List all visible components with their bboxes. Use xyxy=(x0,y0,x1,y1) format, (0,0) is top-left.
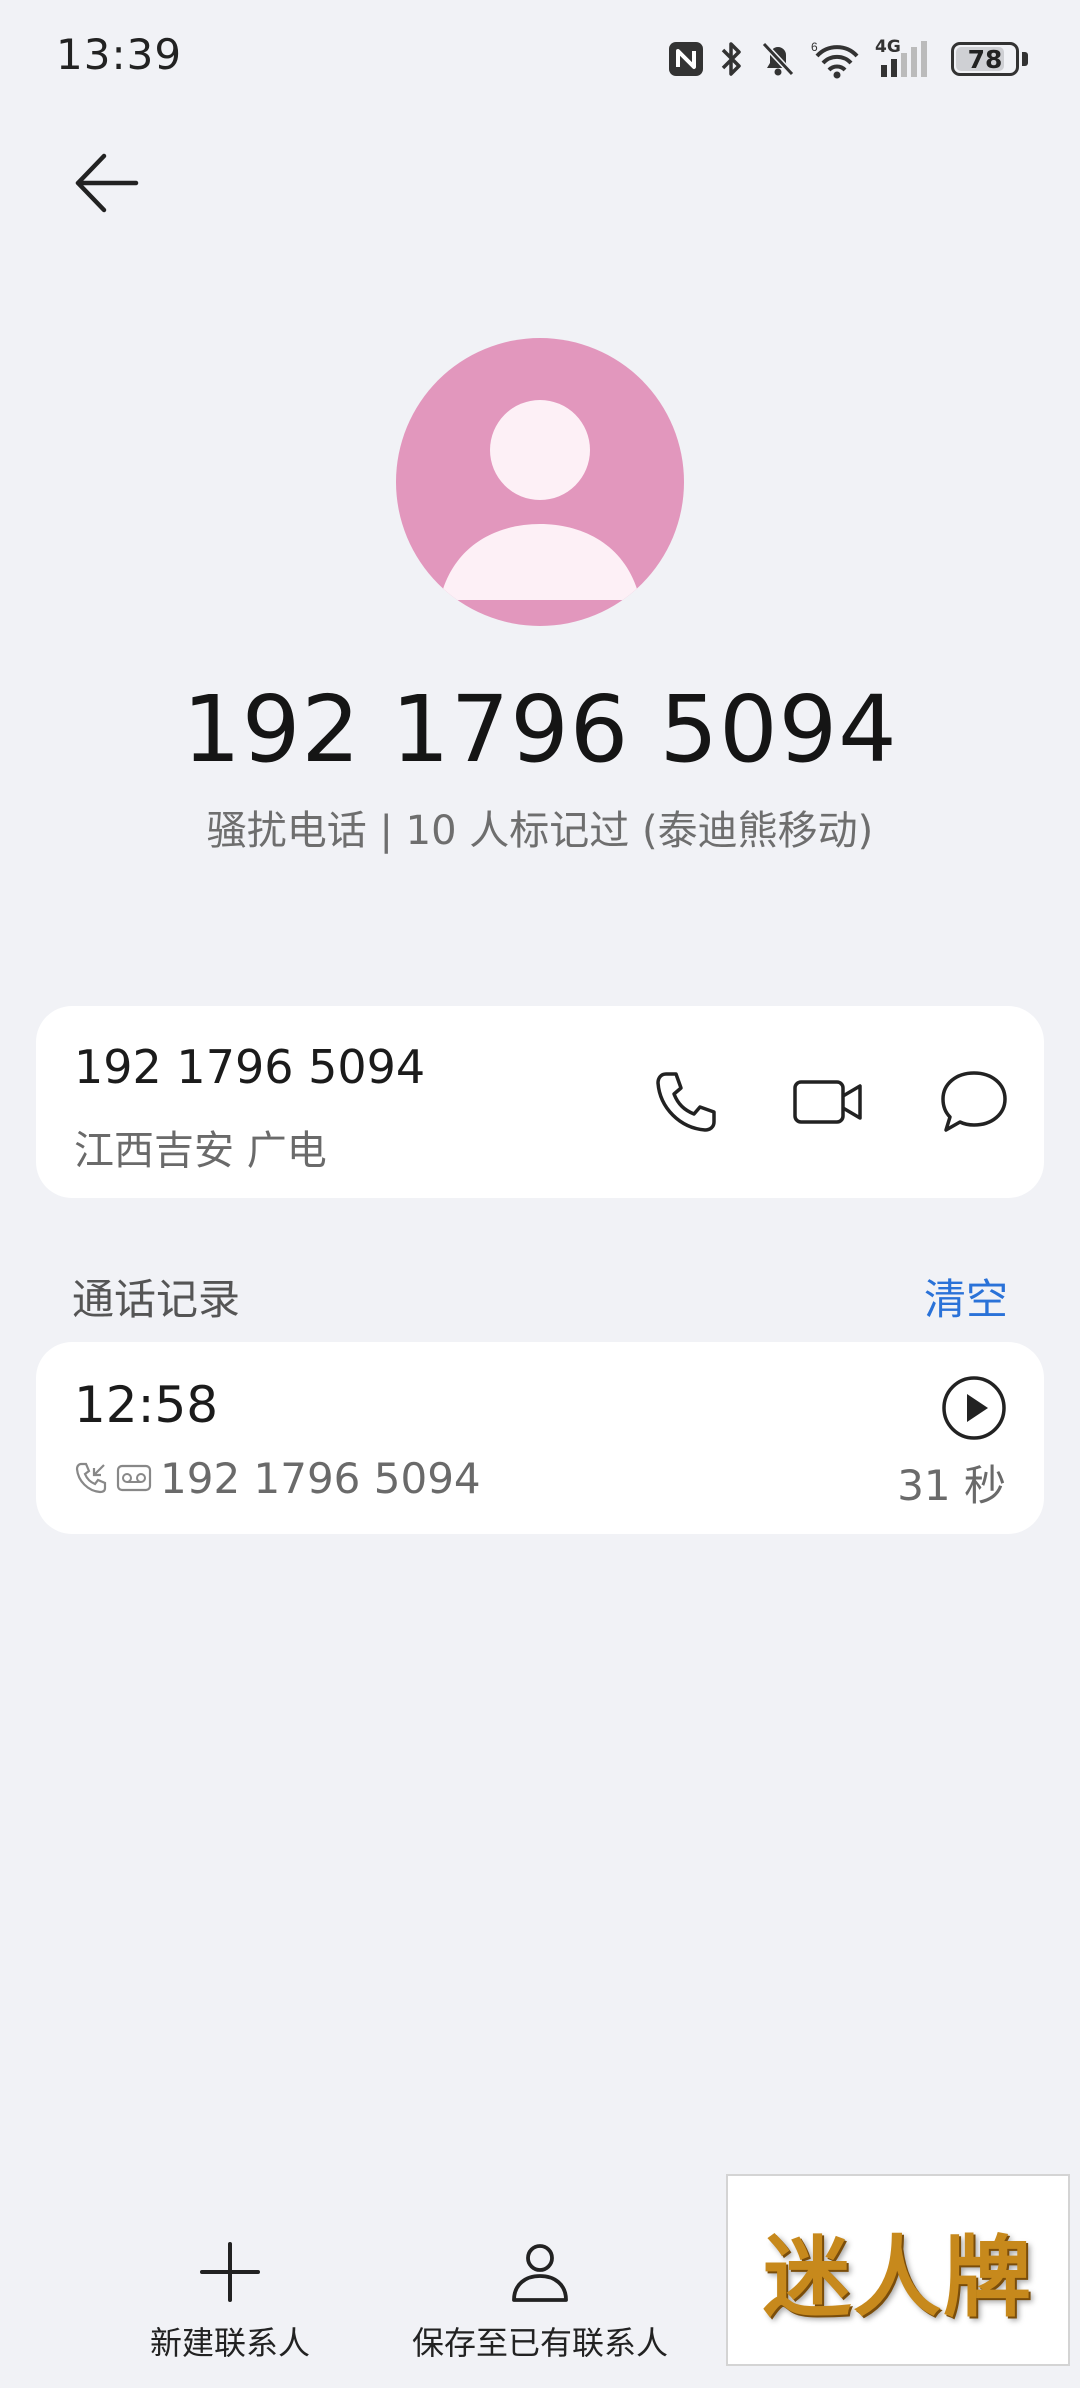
clear-button[interactable]: 清空 xyxy=(924,1266,1008,1327)
bluetooth-icon xyxy=(721,42,741,76)
voicemail-icon xyxy=(116,1464,152,1492)
back-button[interactable] xyxy=(70,148,140,218)
card-number: 192 1796 5094 xyxy=(74,1040,426,1094)
call-number: 192 1796 5094 xyxy=(160,1453,481,1503)
bell-muted-icon xyxy=(761,41,795,77)
avatar xyxy=(396,338,684,626)
badge-text: 迷人牌 xyxy=(762,2224,1033,2329)
call-detail-row: 192 1796 5094 xyxy=(74,1448,481,1508)
incoming-call-icon xyxy=(75,1462,107,1494)
battery-level: 78 xyxy=(967,44,1003,74)
battery-icon: 78 xyxy=(951,42,1019,76)
person-icon xyxy=(440,400,640,600)
contact-number: 192 1796 5094 xyxy=(182,676,898,783)
play-icon xyxy=(942,1376,1006,1440)
plus-icon xyxy=(200,2242,260,2302)
call-button[interactable] xyxy=(646,1062,726,1142)
svg-text:6: 6 xyxy=(811,40,818,54)
call-log-title: 通话记录 xyxy=(72,1275,241,1324)
new-contact-button[interactable]: 新建联系人 xyxy=(140,2240,320,2364)
spam-tag: 骚扰电话 | 10 人标记过 (泰迪熊移动) xyxy=(206,808,874,854)
watermark-badge: 迷人牌 xyxy=(726,2174,1070,2366)
save-existing-label: 保存至已有联系人 xyxy=(411,2324,668,2362)
call-time: 12:58 xyxy=(74,1376,219,1434)
person-outline-icon xyxy=(512,2244,568,2302)
video-call-button[interactable] xyxy=(788,1062,868,1142)
number-card: 192 1796 5094 江西吉安 广电 xyxy=(36,1006,1044,1198)
call-log-entry[interactable]: 12:58 192 1796 5094 31 秒 xyxy=(36,1342,1044,1534)
play-recording-button[interactable] xyxy=(940,1374,1008,1442)
status-time: 13:39 xyxy=(56,30,183,79)
arrow-left-icon xyxy=(75,153,139,213)
phone-icon xyxy=(656,1072,716,1132)
save-existing-button[interactable]: 保存至已有联系人 xyxy=(398,2240,682,2364)
status-icons: 6 4G 78 xyxy=(667,34,1028,84)
wifi-icon: 6 xyxy=(811,40,859,79)
new-contact-label: 新建联系人 xyxy=(149,2324,310,2362)
battery-tip xyxy=(1022,52,1028,66)
signal-icon: 4G xyxy=(875,37,937,79)
message-button[interactable] xyxy=(934,1062,1014,1142)
call-duration: 31 秒 xyxy=(897,1461,1006,1510)
card-location: 江西吉安 广电 xyxy=(74,1128,327,1174)
video-icon xyxy=(793,1080,862,1124)
message-icon xyxy=(941,1071,1007,1132)
nfc-icon xyxy=(669,42,703,76)
